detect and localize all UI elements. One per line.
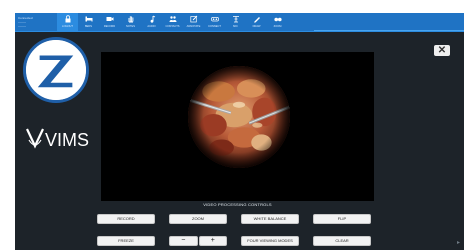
close-button[interactable]: ✕ xyxy=(434,45,450,56)
clear-button[interactable]: CLEAR xyxy=(313,236,371,246)
video-camera-icon xyxy=(106,15,114,23)
toolbar-label: CONNECT xyxy=(208,25,221,28)
app-screen: Connected -------- -------- LOGOUT BEDS xyxy=(15,13,464,250)
toolbar-audio-button[interactable]: AUDIO xyxy=(141,13,162,32)
toolbar-label: ANNOTATE xyxy=(186,25,201,28)
vr-goggles-icon xyxy=(210,15,219,23)
toolbar-annotate-button[interactable]: ANNOTATE xyxy=(183,13,204,32)
people-icon xyxy=(169,15,177,23)
microphone-stand-icon xyxy=(232,15,240,23)
viewing-modes-button[interactable]: FOUR VIEWING MODES xyxy=(241,236,299,246)
bed-icon xyxy=(85,15,93,23)
white-balance-button[interactable]: WHITE BALANCE xyxy=(241,214,299,224)
music-note-icon xyxy=(148,15,156,23)
vims-logo-text: VIMS xyxy=(45,130,89,150)
video-feed-panel xyxy=(101,52,374,201)
top-toolbar: Connected -------- -------- LOGOUT BEDS xyxy=(15,13,464,32)
toolbar-draw-button[interactable]: DRAW xyxy=(246,13,267,32)
toolbar-accent-line xyxy=(314,30,464,31)
record-button[interactable]: RECORD xyxy=(97,214,155,224)
flip-button[interactable]: FLIP xyxy=(313,214,371,224)
lock-icon xyxy=(64,15,72,23)
toolbar-label: LOGOUT xyxy=(62,25,73,28)
toolbar-zoom-button[interactable]: ZOOM xyxy=(267,13,288,32)
connection-status: Connected -------- -------- xyxy=(18,16,52,28)
zoom-minus-button[interactable]: − xyxy=(169,236,198,246)
surgical-view-image xyxy=(188,66,290,168)
toolbar-label: ZOOM xyxy=(273,25,282,28)
toolbar-label: AUDIO xyxy=(147,25,156,28)
toolbar-notes-button[interactable]: NOTES xyxy=(120,13,141,32)
zimmer-logo xyxy=(23,37,89,103)
binoculars-icon xyxy=(273,15,282,23)
toolbar-label: CONTACTS xyxy=(165,25,180,28)
endoscope-video-feed xyxy=(188,66,290,168)
vims-logo: VIMS xyxy=(25,125,99,151)
toolbar-tools: LOGOUT BEDS RECORD NOTES AUDIO CONTACTS … xyxy=(57,13,288,32)
toolbar-beds-button[interactable]: BEDS xyxy=(78,13,99,32)
freeze-button[interactable]: FREEZE xyxy=(97,236,155,246)
status-line: -------- xyxy=(18,24,26,28)
corner-indicator-icon: ▸ xyxy=(456,240,460,246)
pen-box-icon xyxy=(189,15,198,23)
toolbar-record-button[interactable]: RECORD xyxy=(99,13,120,32)
toolbar-label: RECORD xyxy=(103,25,116,28)
controls-title: VIDEO PROCESSING CONTROLS xyxy=(203,202,272,207)
toolbar-label: MIC xyxy=(233,25,238,28)
zoom-button[interactable]: ZOOM xyxy=(169,214,227,224)
toolbar-mic-button[interactable]: MIC xyxy=(225,13,246,32)
toolbar-label: DRAW xyxy=(252,25,261,28)
toolbar-label: BEDS xyxy=(84,25,93,28)
toolbar-label: NOTES xyxy=(126,25,135,28)
zoom-stepper: − + xyxy=(169,236,227,246)
hand-icon xyxy=(127,15,135,23)
pencil-icon xyxy=(253,15,261,23)
toolbar-logout-button[interactable]: LOGOUT xyxy=(57,13,78,32)
toolbar-contacts-button[interactable]: CONTACTS xyxy=(162,13,183,32)
toolbar-connect-button[interactable]: CONNECT xyxy=(204,13,225,32)
zoom-plus-button[interactable]: + xyxy=(198,236,227,246)
